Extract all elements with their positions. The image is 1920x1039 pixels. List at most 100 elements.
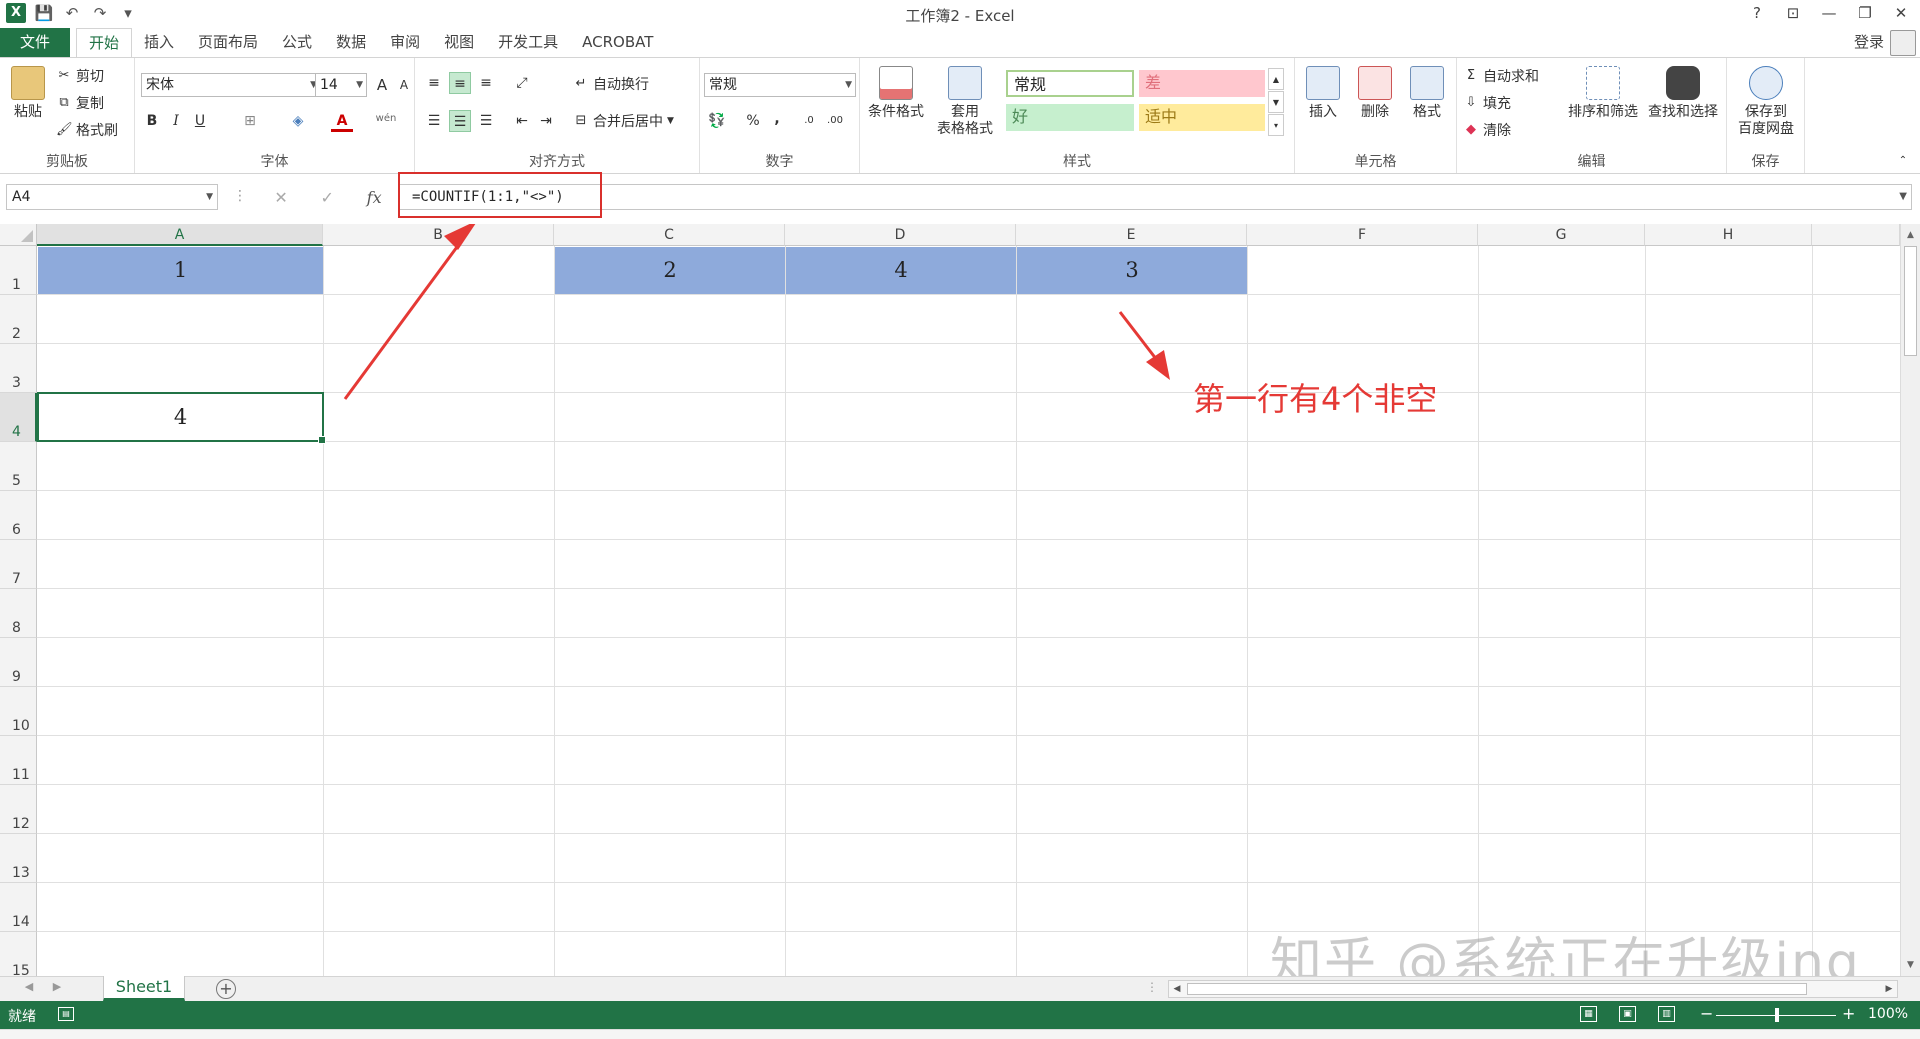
align-bottom-icon[interactable]: ≡ xyxy=(475,72,497,94)
normal-view-icon[interactable]: ▦ xyxy=(1580,1006,1597,1022)
cell-a4[interactable]: 4 xyxy=(37,392,326,444)
row-header-15[interactable]: 15 xyxy=(0,932,37,976)
login-link[interactable]: 登录 xyxy=(1854,28,1884,57)
bold-button[interactable]: B xyxy=(141,110,163,132)
font-size-select[interactable]: 14 ▼ xyxy=(315,73,367,97)
tab-home[interactable]: 开始 xyxy=(76,28,133,58)
format-cells-button[interactable]: 格式 xyxy=(1403,66,1451,121)
row-header-11[interactable]: 11 xyxy=(0,736,37,785)
sheet-tab-sheet1[interactable]: Sheet1 xyxy=(103,976,185,1001)
merge-center-button[interactable]: ⊟ 合并后居中 ▼ xyxy=(573,111,674,131)
italic-button[interactable]: I xyxy=(165,110,187,132)
row-header-1[interactable]: 1 xyxy=(0,246,37,295)
align-left-icon[interactable]: ☰ xyxy=(423,110,445,132)
column-header-e[interactable]: E xyxy=(1016,224,1247,246)
column-header-c[interactable]: C xyxy=(554,224,785,246)
page-layout-view-icon[interactable]: ▣ xyxy=(1619,1006,1636,1022)
name-box[interactable]: A4 ▼ xyxy=(6,184,218,210)
save-icon[interactable]: 💾 xyxy=(34,3,54,23)
autosum-button[interactable]: Σ 自动求和 xyxy=(1463,66,1539,86)
scroll-up-icon[interactable]: ▲ xyxy=(1901,226,1920,244)
zoom-level[interactable]: 100% xyxy=(1868,1006,1908,1022)
align-middle-icon[interactable]: ≡ xyxy=(449,72,471,94)
redo-icon[interactable]: ↷ xyxy=(90,3,110,23)
font-color-button[interactable]: A xyxy=(331,110,353,132)
row-header-8[interactable]: 8 xyxy=(0,589,37,638)
tab-review[interactable]: 审阅 xyxy=(378,28,432,57)
increase-indent-icon[interactable]: ⇥ xyxy=(535,110,557,132)
fill-color-icon[interactable]: ◈ xyxy=(287,110,309,132)
horizontal-scrollbar[interactable]: ◀ ▶ xyxy=(1168,980,1898,998)
style-more-icon[interactable]: ▾ xyxy=(1268,114,1284,136)
align-right-icon[interactable]: ☰ xyxy=(475,110,497,132)
row-header-2[interactable]: 2 xyxy=(0,295,37,344)
cancel-icon[interactable]: ✕ xyxy=(274,188,287,207)
decrease-decimal-icon[interactable]: .00 xyxy=(824,110,846,132)
tab-insert[interactable]: 插入 xyxy=(132,28,186,57)
scroll-down-icon[interactable]: ▼ xyxy=(1901,956,1920,974)
conditional-format-button[interactable]: 条件格式 xyxy=(864,66,928,121)
row-header-13[interactable]: 13 xyxy=(0,834,37,883)
save-to-baidu-button[interactable]: 保存到 百度网盘 xyxy=(1731,66,1801,138)
clear-button[interactable]: ◆ 清除 xyxy=(1463,120,1511,140)
number-format-select[interactable]: 常规 ▼ xyxy=(704,73,856,97)
sort-filter-button[interactable]: 排序和筛选 xyxy=(1565,66,1641,121)
align-top-icon[interactable]: ≡ xyxy=(423,72,445,94)
zoom-in-button[interactable]: + xyxy=(1842,1004,1855,1023)
style-scroll-down-icon[interactable]: ▼ xyxy=(1268,91,1284,113)
row-header-4[interactable]: 4 xyxy=(0,393,37,442)
row-header-3[interactable]: 3 xyxy=(0,344,37,393)
format-painter-button[interactable]: 🖌 格式刷 xyxy=(56,120,118,140)
comma-button[interactable]: , xyxy=(766,108,788,130)
find-select-button[interactable]: 查找和选择 xyxy=(1643,66,1723,121)
grow-font-button[interactable]: A xyxy=(371,74,393,96)
cell-a1[interactable]: 1 xyxy=(38,247,323,294)
cell-d1[interactable]: 4 xyxy=(786,247,1016,294)
row-header-10[interactable]: 10 xyxy=(0,687,37,736)
vertical-scroll-thumb[interactable] xyxy=(1904,246,1917,356)
undo-icon[interactable]: ↶ xyxy=(62,3,82,23)
help-button[interactable]: ? xyxy=(1746,2,1768,24)
minimize-button[interactable]: — xyxy=(1818,2,1840,24)
horizontal-scroll-thumb[interactable] xyxy=(1187,983,1807,995)
insert-function-icon[interactable]: fx xyxy=(367,188,382,207)
border-icon[interactable]: ⊞ xyxy=(239,110,261,132)
style-good[interactable]: 好 xyxy=(1006,104,1134,131)
orientation-icon[interactable]: ⤢ xyxy=(511,72,533,94)
vertical-scrollbar[interactable]: ▲ ▼ xyxy=(1900,224,1920,976)
delete-cells-button[interactable]: 删除 xyxy=(1351,66,1399,121)
wrap-text-button[interactable]: ↵ 自动换行 xyxy=(573,74,649,94)
sheet-prev-icon[interactable]: ◀ xyxy=(20,980,38,993)
zoom-slider-thumb[interactable] xyxy=(1775,1008,1779,1022)
format-as-table-button[interactable]: 套用 表格格式 xyxy=(930,66,1000,138)
style-bad[interactable]: 差 xyxy=(1139,70,1265,97)
row-header-7[interactable]: 7 xyxy=(0,540,37,589)
tab-view[interactable]: 视图 xyxy=(432,28,486,57)
insert-cells-button[interactable]: 插入 xyxy=(1299,66,1347,121)
phonetic-button[interactable]: wén xyxy=(375,108,397,130)
row-header-14[interactable]: 14 xyxy=(0,883,37,932)
page-break-view-icon[interactable]: ▥ xyxy=(1658,1006,1675,1022)
worksheet-grid[interactable]: A B C D E F G H 1 2 3 4 5 6 7 8 9 10 11 … xyxy=(0,224,1900,976)
style-normal[interactable]: 常规 xyxy=(1006,70,1134,97)
percent-button[interactable]: % xyxy=(742,110,764,132)
tab-page-layout[interactable]: 页面布局 xyxy=(186,28,270,57)
row-header-5[interactable]: 5 xyxy=(0,442,37,491)
column-header-a[interactable]: A xyxy=(37,224,323,246)
select-all-button[interactable] xyxy=(0,224,37,246)
fill-button[interactable]: ⇩ 填充 xyxy=(1463,93,1511,113)
column-header-b[interactable]: B xyxy=(323,224,554,246)
cell-c1[interactable]: 2 xyxy=(555,247,785,294)
row-header-9[interactable]: 9 xyxy=(0,638,37,687)
paste-button[interactable]: 粘贴 xyxy=(8,66,48,121)
tab-developer[interactable]: 开发工具 xyxy=(486,28,570,57)
zoom-out-button[interactable]: − xyxy=(1700,1004,1713,1023)
underline-button[interactable]: U xyxy=(189,110,211,132)
increase-decimal-icon[interactable]: .0 xyxy=(798,110,820,132)
column-header-overflow[interactable] xyxy=(1812,224,1900,246)
decrease-indent-icon[interactable]: ⇤ xyxy=(511,110,533,132)
column-header-d[interactable]: D xyxy=(785,224,1016,246)
tab-file[interactable]: 文件 xyxy=(0,28,70,57)
avatar[interactable] xyxy=(1890,30,1916,56)
tab-data[interactable]: 数据 xyxy=(324,28,378,57)
